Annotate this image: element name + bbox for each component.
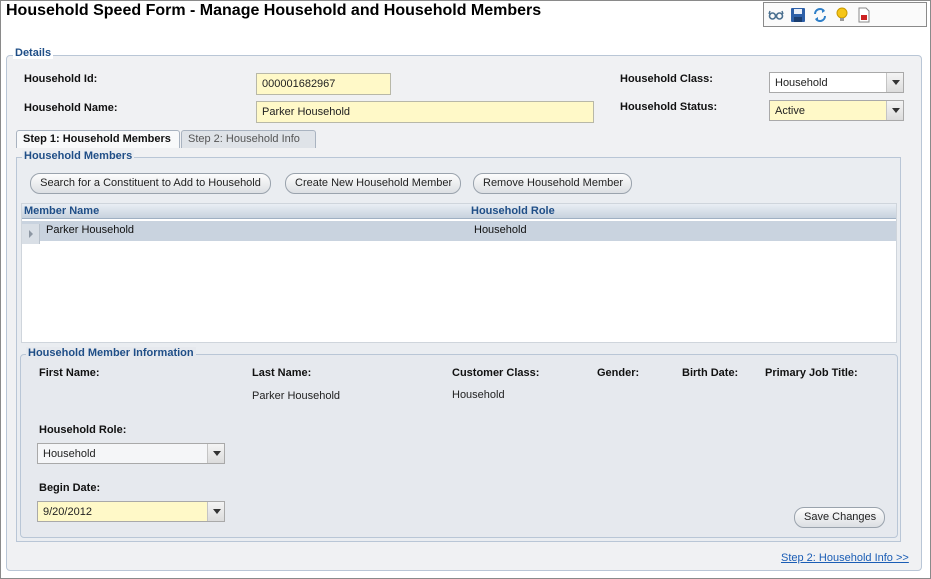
chevron-down-icon[interactable] [886,101,903,120]
household-members-legend: Household Members [22,150,135,162]
household-role-value: Household [43,448,96,460]
begin-date-field[interactable]: 9/20/2012 [37,501,225,522]
customer-class-value: Household [452,389,505,401]
cell-member-name: Parker Household [46,224,135,236]
last-name-label: Last Name: [252,367,312,379]
search-constituent-button[interactable]: Search for a Constituent to Add to House… [30,173,271,194]
begin-date-label: Begin Date: [39,482,101,494]
household-id-label: Household Id: [24,73,98,85]
page-title: Household Speed Form - Manage Household … [6,2,542,19]
first-name-label: First Name: [39,367,100,379]
column-header-member-name[interactable]: Member Name [24,205,99,217]
household-class-value: Household [775,77,828,89]
tab-household-members[interactable]: Step 1: Household Members [16,130,180,148]
save-icon[interactable] [790,7,806,23]
glasses-icon[interactable] [768,7,784,23]
expand-icon[interactable] [22,224,40,244]
calendar-dropdown-icon[interactable] [207,502,224,521]
pdf-icon[interactable] [856,7,872,23]
household-name-label: Household Name: [24,102,118,114]
household-status-value: Active [775,105,805,117]
gender-label: Gender: [597,367,640,379]
save-changes-button[interactable]: Save Changes [794,507,885,528]
household-class-label: Household Class: [620,73,713,85]
household-role-select[interactable]: Household [37,443,225,464]
household-status-select[interactable]: Active [769,100,904,121]
members-grid: Member Name Household Role Parker Househ… [21,203,897,343]
birth-date-label: Birth Date: [682,367,739,379]
grid-header: Member Name Household Role [22,204,896,219]
household-id-field[interactable]: 000001682967 [256,73,391,95]
household-name-field[interactable]: Parker Household [256,101,594,123]
details-legend: Details [13,47,54,59]
job-title-label: Primary Job Title: [765,367,858,379]
tab-household-info[interactable]: Step 2: Household Info [181,130,316,148]
remove-member-button[interactable]: Remove Household Member [473,173,632,194]
create-member-button[interactable]: Create New Household Member [285,173,461,194]
customer-class-label: Customer Class: [452,367,540,379]
last-name-value: Parker Household [252,390,341,402]
chevron-down-icon[interactable] [886,73,903,92]
table-row[interactable]: Parker Household Household [22,221,896,244]
begin-date-value: 9/20/2012 [43,506,92,518]
household-role-label: Household Role: [39,424,127,436]
chevron-down-icon[interactable] [207,444,224,463]
household-status-label: Household Status: [620,101,718,113]
toolbar [763,2,927,27]
column-header-household-role[interactable]: Household Role [471,205,555,217]
cell-household-role: Household [474,224,527,236]
next-step-link[interactable]: Step 2: Household Info >> [781,552,909,564]
member-info-legend: Household Member Information [26,347,196,359]
refresh-icon[interactable] [812,7,828,23]
household-class-select[interactable]: Household [769,72,904,93]
lightbulb-icon[interactable] [834,7,850,23]
